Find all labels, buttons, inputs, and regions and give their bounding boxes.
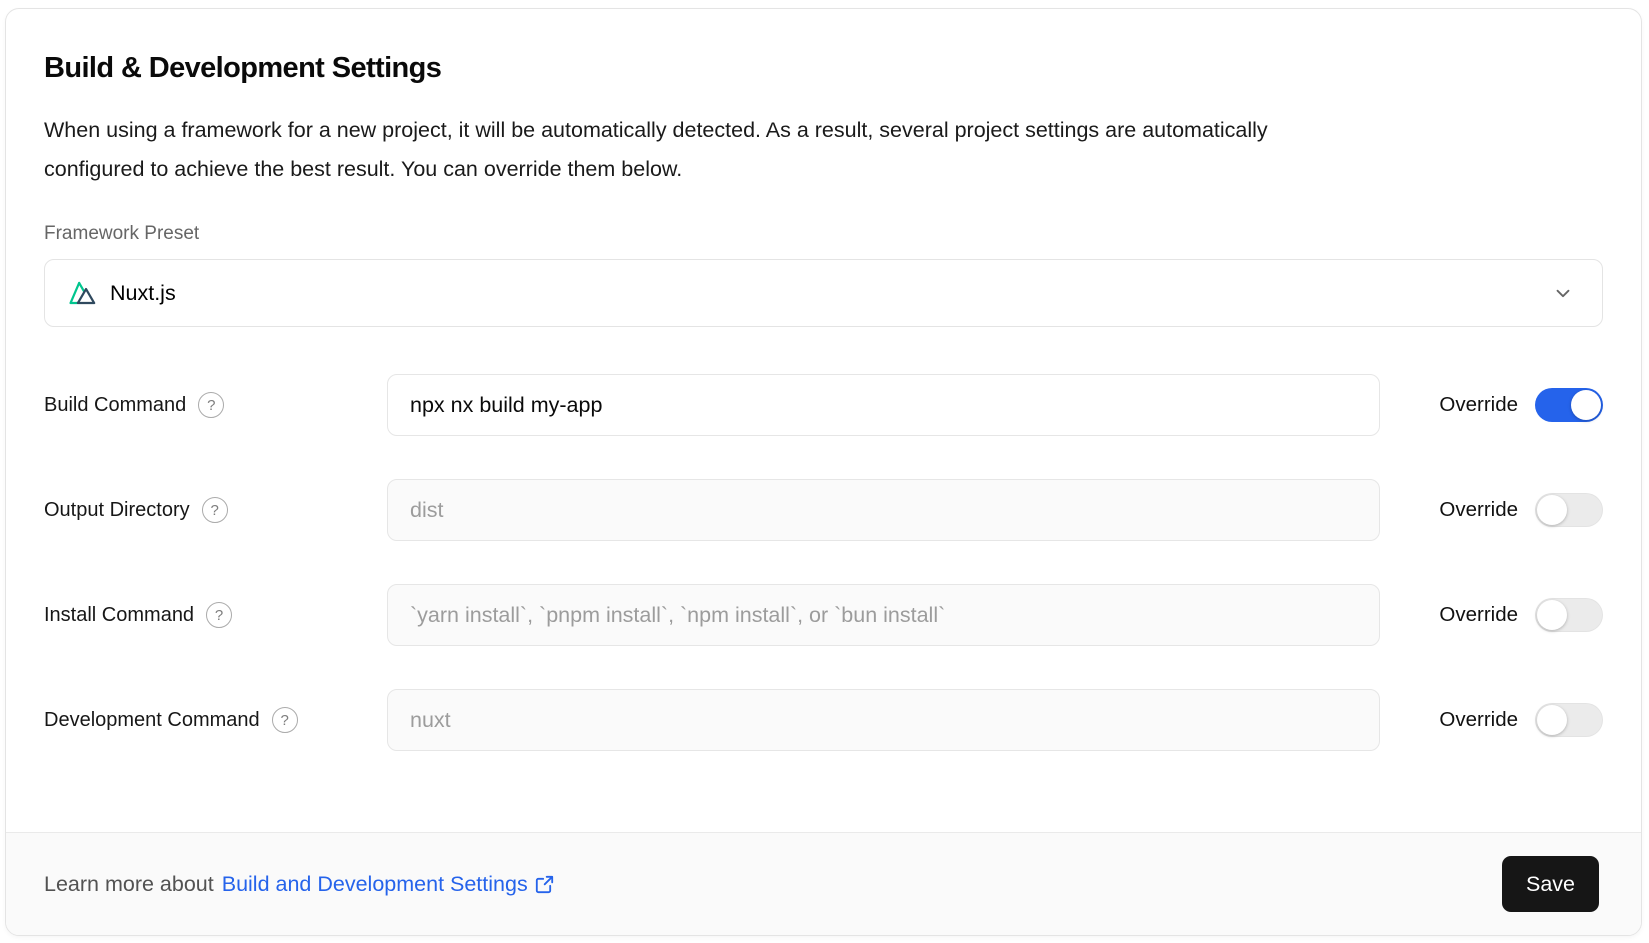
development-command-label: Development Command [44,709,260,732]
override-label: Override [1439,393,1518,417]
chevron-down-icon [1552,282,1574,304]
settings-description: When using a framework for a new project… [44,111,1603,189]
question-circle-icon[interactable]: ? [206,602,232,628]
build-dev-settings-link[interactable]: Build and Development Settings [222,872,555,897]
toggle-knob [1537,600,1567,630]
override-group: Override [1439,703,1603,737]
question-circle-icon[interactable]: ? [198,392,224,418]
save-button[interactable]: Save [1502,856,1599,912]
output-directory-override-toggle[interactable] [1535,493,1603,527]
toggle-knob [1571,390,1601,420]
framework-preset-label: Framework Preset [44,223,1603,245]
development-command-override-toggle[interactable] [1535,703,1603,737]
build-command-input[interactable] [387,374,1380,436]
learn-more-link-label: Build and Development Settings [222,872,528,897]
row-label-group: Output Directory ? [44,497,387,523]
page-title: Build & Development Settings [44,51,1603,85]
card-body: Build & Development Settings When using … [6,9,1641,832]
install-command-row: Install Command ? Override [44,584,1603,646]
settings-rows: Build Command ? Override Output Director… [44,374,1603,751]
override-label: Override [1439,498,1518,522]
build-command-row: Build Command ? Override [44,374,1603,436]
install-command-label: Install Command [44,604,194,627]
override-label: Override [1439,603,1518,627]
output-directory-label: Output Directory [44,499,190,522]
build-command-label: Build Command [44,394,186,417]
toggle-knob [1537,705,1567,735]
row-label-group: Build Command ? [44,392,387,418]
install-command-override-toggle[interactable] [1535,598,1603,632]
override-group: Override [1439,493,1603,527]
framework-preset-select[interactable]: Nuxt.js [44,259,1603,327]
install-command-input[interactable] [387,584,1380,646]
override-group: Override [1439,388,1603,422]
nuxtjs-logo-icon [69,279,97,307]
learn-more-text: Learn more about Build and Development S… [44,872,555,897]
development-command-row: Development Command ? Override [44,689,1603,751]
build-dev-settings-card: Build & Development Settings When using … [5,8,1642,936]
row-label-group: Install Command ? [44,602,387,628]
question-circle-icon[interactable]: ? [272,707,298,733]
toggle-knob [1537,495,1567,525]
card-footer: Learn more about Build and Development S… [6,832,1641,935]
row-label-group: Development Command ? [44,707,387,733]
output-directory-row: Output Directory ? Override [44,479,1603,541]
external-link-icon [534,874,555,895]
development-command-input[interactable] [387,689,1380,751]
override-group: Override [1439,598,1603,632]
learn-more-prefix: Learn more about [44,872,214,897]
question-circle-icon[interactable]: ? [202,497,228,523]
build-command-override-toggle[interactable] [1535,388,1603,422]
override-label: Override [1439,708,1518,732]
framework-preset-value: Nuxt.js [110,281,176,306]
output-directory-input[interactable] [387,479,1380,541]
